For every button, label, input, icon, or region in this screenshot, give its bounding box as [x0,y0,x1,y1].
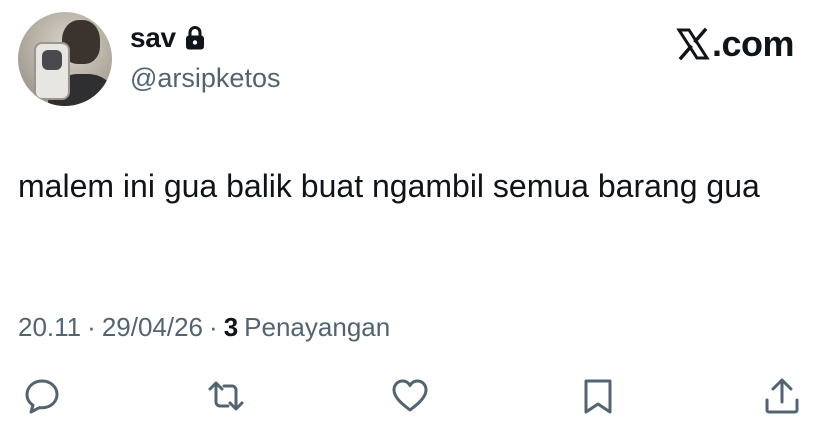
user-handle[interactable]: @arsipketos [130,62,280,94]
reply-icon[interactable] [22,376,62,416]
tweet-text: malem ini gua balik buat ngambil semua b… [18,168,760,204]
meta-separator: · [209,312,218,342]
avatar-phone-camera [42,50,62,70]
tweet-meta: 20.11 · 29/04/26 · 3 Penayangan [18,310,390,344]
name-row: sav [130,22,206,54]
like-icon[interactable] [390,376,430,416]
lock-icon [185,26,204,50]
retweet-icon[interactable] [206,376,246,416]
action-bar [0,376,828,420]
tweet-date[interactable]: 29/04/26 [102,310,203,344]
tweet-time[interactable]: 20.11 [18,310,81,344]
meta-separator: · [87,312,96,342]
avatar[interactable] [18,12,112,106]
views-count: 3 [223,312,239,342]
display-name[interactable]: sav [130,22,176,54]
tweet-card: sav @arsipketos .com malem ini gua balik… [0,0,828,435]
avatar-phone [34,42,70,100]
share-icon[interactable] [762,376,802,416]
bookmark-icon[interactable] [578,376,618,416]
views-label: Penayangan [244,312,391,342]
brand-mark: .com [676,23,795,64]
x-logo-icon [676,27,710,61]
brand-domain: .com [711,23,795,64]
